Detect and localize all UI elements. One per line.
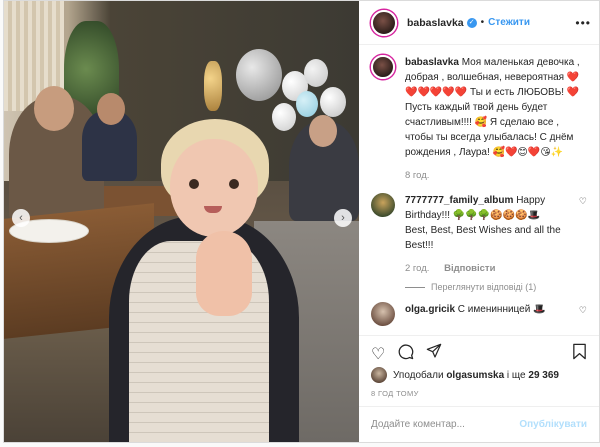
avatar[interactable] [371,55,395,79]
caption-body: babaslavka Моя маленькая девочка , добра… [405,55,587,193]
heart-icon[interactable]: ♡ [579,302,587,326]
action-bar: ♡ [359,335,599,365]
avatar[interactable] [371,193,395,217]
photo-balloon [204,61,222,111]
header-separator: • [480,17,485,28]
heart-icon[interactable]: ♡ [371,344,385,364]
post-timestamp[interactable]: 8 ГОД ТОМУ [359,385,599,406]
photo-balloon [304,59,328,87]
comment-icon[interactable] [397,343,414,365]
caption: babaslavka Моя маленькая девочка , добра… [371,55,587,193]
photo-girl-eye [229,179,239,189]
post-photo[interactable]: ‹ › [4,1,359,442]
caption-age[interactable]: 8 год. [405,170,429,181]
caption-username[interactable]: babaslavka [405,57,459,68]
likes-suffix: і ще [506,369,526,381]
post-sidebar: babaslavka ✓ • Стежити ••• babaslavka Мо… [359,1,599,442]
avatar[interactable] [371,367,387,383]
avatar[interactable] [371,9,397,36]
caption-meta: 8 год. [405,168,587,183]
comment-age[interactable]: 2 год. [405,263,429,274]
share-icon[interactable] [426,343,442,364]
chevron-right-icon[interactable]: › [334,209,352,227]
photo-person-head [309,115,337,147]
photo-person-head [97,93,125,125]
photo-balloon [236,49,282,101]
photo-girl-eye [189,179,199,189]
follow-button[interactable]: Стежити [488,17,530,28]
comment: olga.gricik С именинницей 🎩 ♡ [371,302,587,326]
photo-person-head [34,86,74,131]
photo-balloon [320,87,346,117]
verified-badge-icon: ✓ [466,17,477,28]
comment: 7777777_family_album Happy Birthday!!! 🌳… [371,193,587,280]
comments-list[interactable]: babaslavka Моя маленькая девочка , добра… [359,45,599,335]
likes-count[interactable]: 29 369 [528,370,559,381]
likes-summary: Уподобали olgasumska і ще 29 369 [359,365,599,385]
reply-button[interactable]: Відповісти [444,263,495,274]
comment-icon-svg [398,343,414,359]
post-dialog: ‹ › babaslavka ✓ • Стежити ••• babaslavk… [3,0,600,443]
photo-girl-face [170,139,258,237]
replies-line [405,286,425,288]
comment-form: Опублікувати [359,406,599,442]
view-replies-button[interactable]: Переглянути відповіді (1) [405,282,587,292]
chevron-left-icon[interactable]: ‹ [12,209,30,227]
caption-text: Моя маленькая девочка , добрая , волшебн… [405,57,580,158]
photo-balloon [296,91,318,117]
heart-icon[interactable]: ♡ [579,193,587,280]
likes-user[interactable]: olgasumska [446,370,504,381]
comment-username[interactable]: 7777777_family_album [405,195,513,206]
post-username[interactable]: babaslavka [407,17,464,29]
comment-body: olga.gricik С именинницей 🎩 [405,302,565,326]
comment-input[interactable] [371,419,520,430]
bookmark-icon-svg [573,343,586,359]
post-header: babaslavka ✓ • Стежити ••• [359,1,599,45]
photo-balloon [272,103,296,131]
bookmark-icon[interactable] [572,343,587,365]
comment-body: 7777777_family_album Happy Birthday!!! 🌳… [405,193,565,280]
comment-text: С именинницей 🎩 [457,304,546,315]
avatar[interactable] [371,302,395,326]
comment-meta: 2 год. Відповісти [405,261,565,276]
more-options-icon[interactable]: ••• [575,16,591,30]
share-icon-svg [427,343,442,358]
likes-prefix: Уподобали [393,369,444,381]
photo-person [82,93,137,181]
comment-username[interactable]: olga.gricik [405,304,455,315]
photo-person [289,115,359,221]
publish-button[interactable]: Опублікувати [519,419,587,430]
likes-text: Уподобали olgasumska і ще 29 369 [393,370,559,381]
photo-thumbs-up [196,231,252,316]
view-replies-label[interactable]: Переглянути відповіді (1) [431,282,536,292]
